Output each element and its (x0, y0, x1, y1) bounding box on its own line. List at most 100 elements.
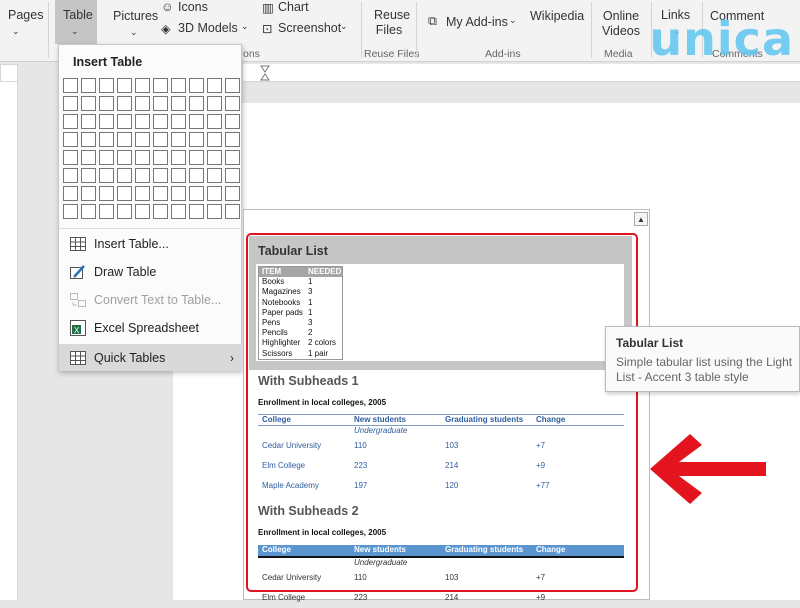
convert-text-menu-item[interactable]: Convert Text to Table... (59, 286, 242, 313)
table-grid-cell[interactable] (63, 150, 78, 165)
table-grid-cell[interactable] (81, 114, 96, 129)
table-grid-cell[interactable] (99, 132, 114, 147)
table-grid-cell[interactable] (99, 150, 114, 165)
table-grid-cell[interactable] (189, 132, 204, 147)
tab-selector[interactable] (0, 64, 18, 82)
table-grid-cell[interactable] (171, 204, 186, 219)
quick-tables-menu-item[interactable]: Quick Tables › (59, 344, 242, 371)
table-grid-cell[interactable] (99, 96, 114, 111)
table-grid-cell[interactable] (99, 204, 114, 219)
table-grid-cell[interactable] (63, 168, 78, 183)
table-grid-cell[interactable] (225, 168, 240, 183)
table-grid-cell[interactable] (171, 168, 186, 183)
table-grid-cell[interactable] (207, 96, 222, 111)
table-grid-cell[interactable] (225, 186, 240, 201)
table-grid-cell[interactable] (189, 204, 204, 219)
table-grid-cell[interactable] (81, 78, 96, 93)
table-grid-cell[interactable] (117, 168, 132, 183)
table-grid-cell[interactable] (153, 150, 168, 165)
table-grid-cell[interactable] (207, 114, 222, 129)
table-grid-cell[interactable] (207, 204, 222, 219)
table-grid-cell[interactable] (189, 186, 204, 201)
table-grid-cell[interactable] (171, 150, 186, 165)
scroll-up-button[interactable]: ▲ (634, 212, 648, 226)
3d-models-button[interactable]: 3D Models (178, 21, 238, 35)
table-grid-cell[interactable] (63, 186, 78, 201)
table-grid-cell[interactable] (135, 114, 150, 129)
pages-button[interactable]: Pages (8, 8, 43, 22)
my-addins-button[interactable]: My Add-ins (446, 15, 508, 29)
table-grid-cell[interactable] (153, 78, 168, 93)
table-grid-cell[interactable] (81, 150, 96, 165)
table-grid-cell[interactable] (117, 150, 132, 165)
table-grid-cell[interactable] (207, 132, 222, 147)
table-grid-cell[interactable] (81, 186, 96, 201)
screenshot-button[interactable]: Screenshot (278, 21, 341, 35)
table-grid-cell[interactable] (171, 132, 186, 147)
table-grid-cell[interactable] (207, 168, 222, 183)
table-grid-cell[interactable] (189, 96, 204, 111)
table-grid-cell[interactable] (63, 78, 78, 93)
chart-button[interactable]: Chart (278, 0, 309, 14)
table-grid-cell[interactable] (135, 132, 150, 147)
table-grid-cell[interactable] (99, 186, 114, 201)
table-grid-cell[interactable] (171, 78, 186, 93)
table-grid-cell[interactable] (81, 168, 96, 183)
table-grid-cell[interactable] (207, 78, 222, 93)
table-grid-cell[interactable] (81, 96, 96, 111)
vertical-ruler[interactable] (0, 82, 18, 600)
online-videos-button[interactable]: Online Videos (601, 9, 641, 39)
table-grid-cell[interactable] (135, 150, 150, 165)
table-grid-cell[interactable] (189, 114, 204, 129)
table-grid-cell[interactable] (171, 96, 186, 111)
table-grid-cell[interactable] (99, 168, 114, 183)
pictures-button[interactable]: Pictures (113, 9, 158, 23)
insert-table-menu-item[interactable]: Insert Table... (59, 230, 242, 257)
table-grid-cell[interactable] (153, 132, 168, 147)
wikipedia-button[interactable]: Wikipedia (530, 9, 584, 23)
table-grid-cell[interactable] (117, 96, 132, 111)
table-grid-cell[interactable] (153, 186, 168, 201)
horizontal-ruler[interactable] (243, 64, 800, 82)
table-grid-cell[interactable] (81, 204, 96, 219)
table-grid-cell[interactable] (117, 186, 132, 201)
draw-table-menu-item[interactable]: Draw Table (59, 258, 242, 285)
table-grid-cell[interactable] (153, 96, 168, 111)
table-grid-cell[interactable] (117, 132, 132, 147)
table-grid-cell[interactable] (135, 186, 150, 201)
table-grid-cell[interactable] (99, 114, 114, 129)
excel-spreadsheet-menu-item[interactable]: X Excel Spreadsheet (59, 314, 242, 341)
reuse-files-button[interactable]: Reuse Files (374, 8, 410, 38)
table-grid-cell[interactable] (171, 114, 186, 129)
icons-button[interactable]: Icons (178, 0, 208, 14)
table-grid-cell[interactable] (99, 78, 114, 93)
table-size-grid[interactable] (63, 78, 240, 219)
table-grid-cell[interactable] (207, 150, 222, 165)
table-grid-cell[interactable] (225, 96, 240, 111)
table-grid-cell[interactable] (225, 114, 240, 129)
table-grid-cell[interactable] (153, 168, 168, 183)
table-grid-cell[interactable] (225, 78, 240, 93)
table-grid-cell[interactable] (117, 78, 132, 93)
table-grid-cell[interactable] (135, 204, 150, 219)
table-button[interactable]: Table ⌄ (55, 0, 97, 44)
table-grid-cell[interactable] (63, 96, 78, 111)
table-grid-cell[interactable] (171, 186, 186, 201)
table-grid-cell[interactable] (117, 204, 132, 219)
table-grid-cell[interactable] (189, 78, 204, 93)
table-grid-cell[interactable] (63, 114, 78, 129)
table-grid-cell[interactable] (135, 78, 150, 93)
table-grid-cell[interactable] (153, 204, 168, 219)
table-grid-cell[interactable] (225, 204, 240, 219)
table-grid-cell[interactable] (81, 132, 96, 147)
table-grid-cell[interactable] (189, 168, 204, 183)
table-grid-cell[interactable] (225, 132, 240, 147)
table-grid-cell[interactable] (189, 150, 204, 165)
table-grid-cell[interactable] (117, 114, 132, 129)
table-grid-cell[interactable] (63, 132, 78, 147)
table-grid-cell[interactable] (153, 114, 168, 129)
table-grid-cell[interactable] (225, 150, 240, 165)
table-grid-cell[interactable] (63, 204, 78, 219)
table-grid-cell[interactable] (135, 168, 150, 183)
table-grid-cell[interactable] (135, 96, 150, 111)
